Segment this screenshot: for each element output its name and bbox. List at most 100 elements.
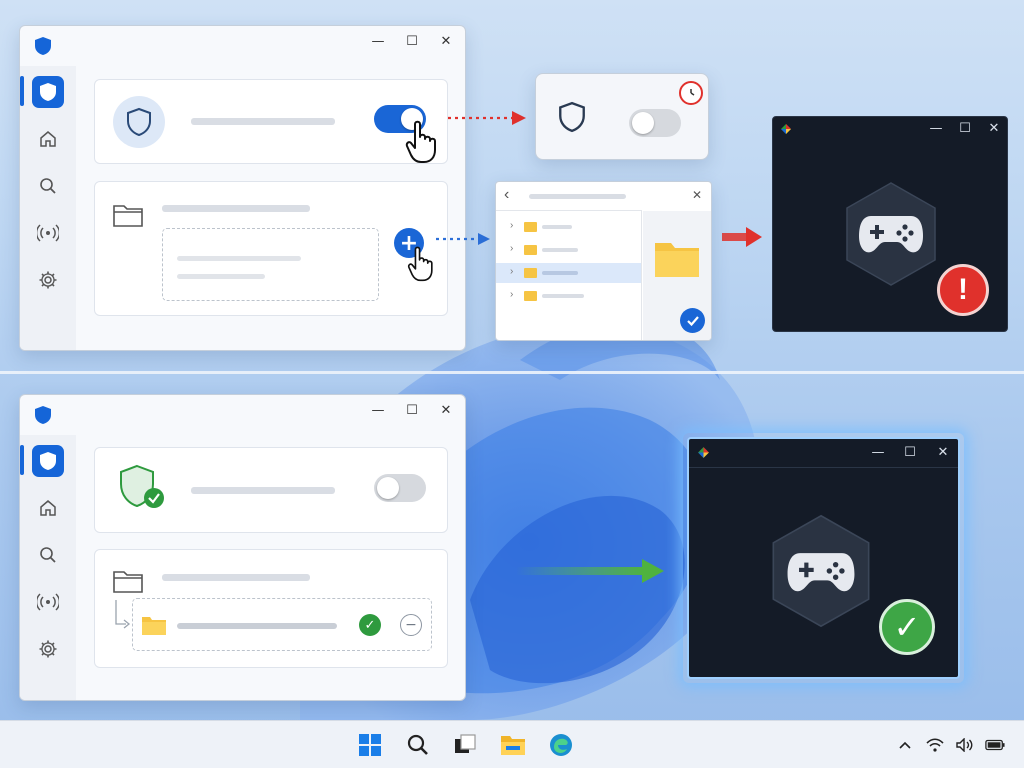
sidebar-item-settings[interactable] bbox=[32, 264, 64, 296]
shield-icon bbox=[127, 107, 151, 137]
file-explorer-button[interactable] bbox=[499, 731, 527, 759]
chevron-up-icon bbox=[899, 741, 911, 749]
search-icon bbox=[40, 178, 56, 194]
tree-row[interactable]: › bbox=[504, 286, 634, 306]
sidebar-item-search[interactable] bbox=[32, 170, 64, 202]
sidebar-item-network[interactable] bbox=[32, 217, 64, 249]
battery-icon bbox=[985, 739, 1005, 751]
game-window-ok: — ☐ ✕ ✓ bbox=[687, 437, 960, 679]
minimize-button[interactable]: — bbox=[869, 443, 887, 461]
shield-app-icon bbox=[35, 37, 51, 55]
tray-overflow-button[interactable] bbox=[895, 735, 915, 755]
sidebar-item-protection[interactable] bbox=[32, 76, 64, 108]
gamepad-icon bbox=[859, 216, 923, 253]
clock-badge bbox=[679, 81, 703, 105]
volume-button[interactable] bbox=[955, 735, 975, 755]
broadcast-icon bbox=[37, 593, 59, 611]
folder-picker-dialog: ‹ ✕ › › › › bbox=[495, 181, 712, 341]
realtime-protection-toggle[interactable] bbox=[374, 474, 426, 502]
gear-icon bbox=[39, 271, 57, 289]
setting-label-placeholder bbox=[191, 487, 335, 494]
sidebar-item-network[interactable] bbox=[32, 586, 64, 618]
blue-dotted-arrow bbox=[436, 233, 490, 245]
shield-icon bbox=[40, 83, 56, 101]
tree-row[interactable]: › bbox=[504, 217, 634, 237]
red-dotted-arrow bbox=[448, 111, 526, 125]
check-icon bbox=[686, 315, 699, 326]
title-bar: — ☐ ✕ bbox=[20, 26, 465, 56]
maximize-button[interactable]: ☐ bbox=[956, 119, 974, 137]
sidebar-item-settings[interactable] bbox=[32, 633, 64, 665]
setting-label-placeholder bbox=[191, 118, 335, 125]
shield-icon bbox=[559, 101, 585, 133]
start-button[interactable] bbox=[356, 731, 384, 759]
back-button[interactable]: ‹ bbox=[504, 186, 509, 204]
protection-popup bbox=[535, 73, 709, 160]
minimize-button[interactable]: — bbox=[927, 119, 945, 137]
start-icon bbox=[359, 734, 381, 756]
tree-row[interactable]: › bbox=[504, 240, 634, 260]
close-button[interactable]: ✕ bbox=[934, 443, 952, 461]
path-placeholder bbox=[529, 194, 626, 199]
clock-icon bbox=[690, 89, 695, 96]
drop-zone[interactable] bbox=[162, 228, 379, 301]
maximize-button[interactable]: ☐ bbox=[901, 443, 919, 461]
security-window-bottom: — ☐ ✕ ✓ − bbox=[19, 394, 466, 701]
realtime-protection-card bbox=[94, 447, 448, 533]
folder-icon bbox=[655, 243, 699, 277]
check-badge bbox=[680, 308, 705, 333]
folder-icon bbox=[142, 617, 166, 635]
protection-toggle[interactable] bbox=[629, 109, 681, 137]
drop-zone-line bbox=[177, 274, 265, 279]
wifi-icon bbox=[926, 738, 944, 752]
maximize-button[interactable]: ☐ bbox=[403, 32, 421, 50]
close-button[interactable]: ✕ bbox=[437, 32, 455, 50]
maximize-button[interactable]: ☐ bbox=[403, 401, 421, 419]
taskbar-search-button[interactable] bbox=[404, 731, 432, 759]
gamepad-icon bbox=[787, 553, 855, 592]
section-divider bbox=[0, 371, 1024, 374]
sidebar-item-home[interactable] bbox=[32, 492, 64, 524]
battery-button[interactable] bbox=[985, 735, 1005, 755]
remove-button[interactable]: − bbox=[400, 614, 422, 636]
close-button[interactable]: ✕ bbox=[692, 188, 702, 202]
success-status: ✓ bbox=[359, 614, 381, 636]
folder-path-placeholder bbox=[177, 623, 337, 629]
close-button[interactable]: ✕ bbox=[985, 119, 1003, 137]
folder-label-placeholder bbox=[162, 205, 310, 212]
gear-icon bbox=[39, 640, 57, 658]
tree-connector bbox=[115, 600, 131, 629]
wifi-button[interactable] bbox=[925, 735, 945, 755]
title-bar: — ☐ ✕ bbox=[20, 395, 465, 425]
active-indicator bbox=[20, 445, 24, 475]
broadcast-icon bbox=[37, 224, 59, 242]
minimize-button[interactable]: — bbox=[369, 32, 387, 50]
hand-cursor-icon bbox=[407, 246, 433, 282]
search-icon bbox=[40, 547, 56, 563]
task-view-icon bbox=[455, 734, 476, 753]
edge-button[interactable] bbox=[547, 731, 575, 759]
close-button[interactable]: ✕ bbox=[437, 401, 455, 419]
folder-label-placeholder bbox=[162, 574, 310, 581]
drop-zone-line bbox=[177, 256, 301, 261]
minimize-button[interactable]: — bbox=[369, 401, 387, 419]
realtime-protection-card bbox=[94, 79, 448, 164]
app-logo-icon bbox=[698, 447, 709, 458]
task-view-button[interactable] bbox=[451, 731, 479, 759]
file-explorer-icon bbox=[501, 736, 525, 755]
success-badge: ✓ bbox=[879, 599, 935, 655]
error-badge: ! bbox=[937, 264, 989, 316]
green-arrow bbox=[516, 559, 664, 583]
folder-card: + bbox=[94, 181, 448, 316]
app-logo-icon bbox=[781, 124, 791, 134]
taskbar bbox=[0, 720, 1024, 768]
sidebar bbox=[20, 66, 76, 350]
sidebar-item-home[interactable] bbox=[32, 123, 64, 155]
title-separator bbox=[689, 467, 958, 468]
folder-icon bbox=[113, 205, 143, 227]
sidebar-item-search[interactable] bbox=[32, 539, 64, 571]
sidebar-item-protection[interactable] bbox=[32, 445, 64, 477]
exclusions-card: ✓ − bbox=[94, 549, 448, 668]
tree-row-selected[interactable]: › bbox=[496, 263, 641, 283]
excluded-folder-row[interactable]: ✓ − bbox=[132, 598, 432, 651]
